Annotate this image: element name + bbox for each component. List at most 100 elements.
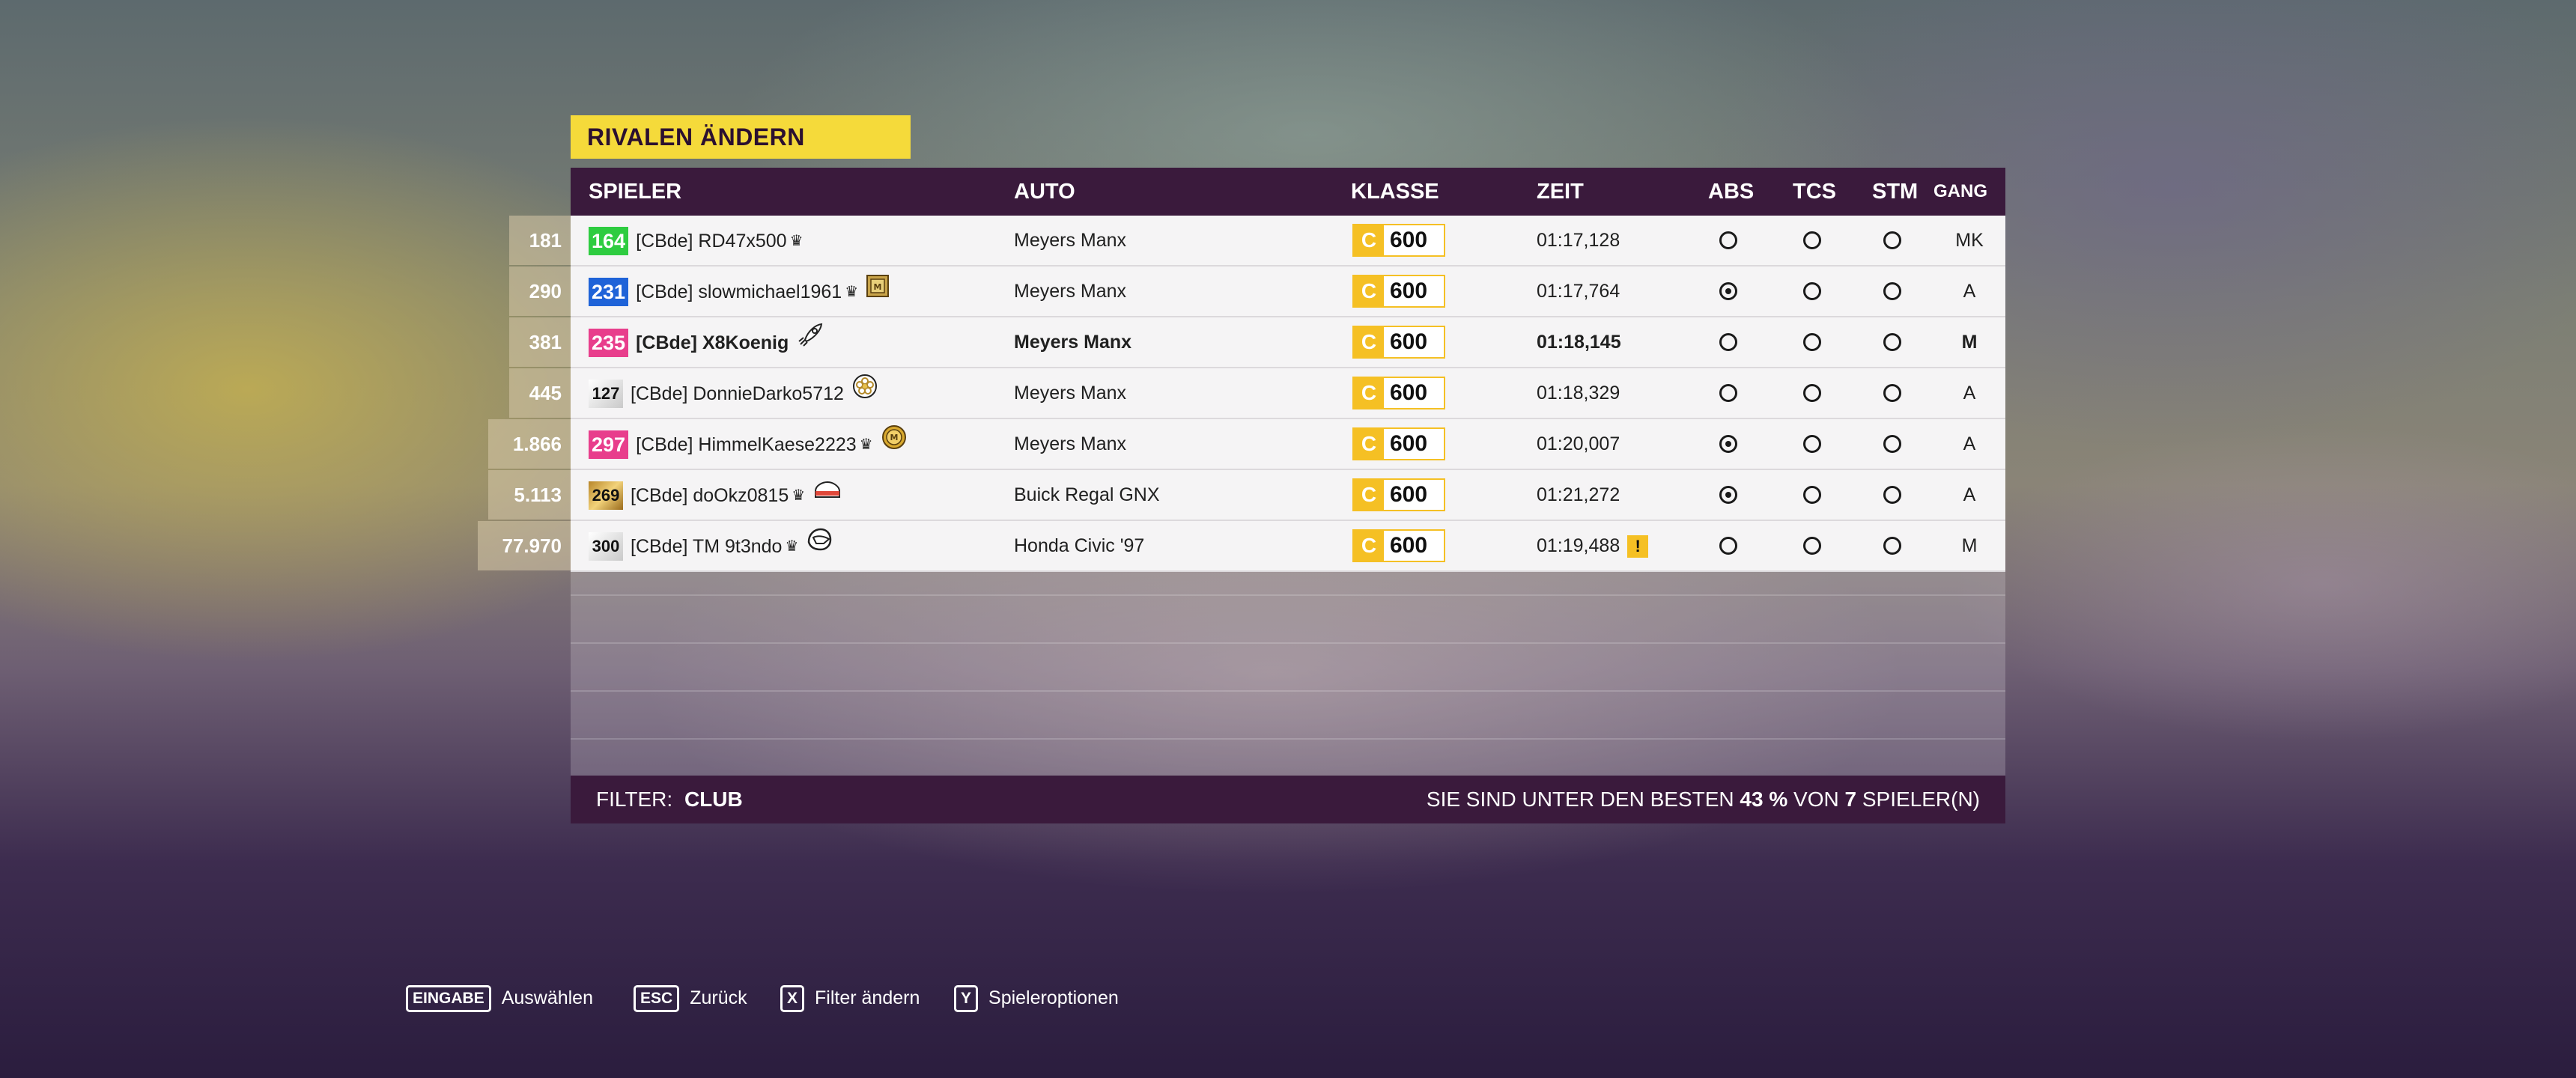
level-badge: 235 <box>589 329 629 358</box>
abs-indicator-on <box>1719 486 1737 504</box>
gear-type: MK <box>1955 230 1984 251</box>
lap-time-cell: 01:19,488! <box>1537 521 1649 570</box>
class-letter: C <box>1354 276 1384 306</box>
hint-back[interactable]: ESC Zurück <box>634 983 747 1013</box>
crown-icon: ♛ <box>789 233 804 250</box>
pi-value: 600 <box>1390 482 1428 507</box>
level-badge: 231 <box>589 278 629 307</box>
table-row[interactable]: 269 [CBde] doOkz0815 ♛ Buick Regal GNX C 600 0… <box>571 470 2005 521</box>
filter-value: CLUB <box>684 788 743 811</box>
key-y: Y <box>954 985 979 1013</box>
lap-time: 01:18,329 <box>1537 383 1620 404</box>
hint-select[interactable]: EINGABE Auswählen <box>406 983 593 1013</box>
abs-indicator-off <box>1719 537 1737 555</box>
key-esc: ESC <box>634 985 680 1013</box>
abs-indicator-off <box>1719 231 1737 249</box>
helmet-icon <box>806 522 833 571</box>
class-letter: C <box>1354 225 1384 255</box>
stm-indicator-off <box>1883 231 1901 249</box>
player-name: [CBde] doOkz0815 <box>631 485 789 507</box>
performance-class-badge: C 600 <box>1352 427 1445 460</box>
class-letter: C <box>1354 378 1384 408</box>
table-header: SPIELER AUTO KLASSE ZEIT ABS TCS STM GAN… <box>571 168 2005 216</box>
column-header-tcs: TCS <box>1793 180 1836 204</box>
performance-class-badge: C 600 <box>1352 224 1445 257</box>
lap-time-cell: 01:17,764 <box>1537 267 1620 316</box>
stat-percent: 43 % <box>1740 788 1788 811</box>
lap-time-cell: 01:18,145 <box>1537 317 1621 367</box>
level-badge: 297 <box>589 430 629 460</box>
stat-mid: VON <box>1793 788 1839 811</box>
crown-icon: ♛ <box>859 436 873 454</box>
table-row[interactable]: 300 [CBde] TM 9t3ndo ♛ Honda Civic '97 C 600 0… <box>571 521 2005 572</box>
key-enter: EINGABE <box>406 985 491 1013</box>
level-badge: 300 <box>589 532 623 561</box>
column-header-time: ZEIT <box>1537 180 1584 204</box>
lap-time-cell: 01:20,007 <box>1537 419 1620 469</box>
stm-indicator-off <box>1883 537 1901 555</box>
svg-text:M: M <box>890 433 898 442</box>
class-letter: C <box>1354 429 1384 459</box>
hint-change-filter[interactable]: X Filter ändern <box>780 983 920 1013</box>
table-row[interactable]: 164 [CBde] RD47x500 ♛ Meyers Manx C 600 01:17,… <box>571 216 2005 267</box>
empty-row-divider <box>571 690 2005 692</box>
table-row[interactable]: 231 [CBde] slowmichael1961 ♛ M Meyers Manx C 6… <box>571 267 2005 317</box>
abs-indicator-on <box>1719 282 1737 300</box>
filter-bar: FILTER: CLUB SIE SIND UNTER DEN BESTEN 4… <box>571 776 2005 823</box>
crown-icon: ♛ <box>785 538 799 555</box>
abs-indicator-off <box>1719 333 1737 351</box>
player-cell: 235 [CBde] X8Koenig <box>589 317 824 367</box>
level-badge: 127 <box>589 380 623 409</box>
level-badge: 164 <box>589 227 629 256</box>
lap-time: 01:18,145 <box>1537 332 1621 353</box>
hint-label: Auswählen <box>501 987 593 1008</box>
car-name: Meyers Manx <box>1014 281 1127 302</box>
leaderboard-rank: 1.866 <box>488 419 571 469</box>
stm-indicator-off <box>1883 282 1901 300</box>
leaderboard-rank: 181 <box>509 216 571 265</box>
key-x: X <box>780 985 805 1013</box>
page-title: RIVALEN ÄNDERN <box>571 115 911 159</box>
ranking-summary: SIE SIND UNTER DEN BESTEN 43 % VON 7 SPI… <box>1427 776 1980 823</box>
lap-time-cell: 01:18,329 <box>1537 368 1620 418</box>
pi-value: 600 <box>1390 431 1428 456</box>
gear-type: M <box>1961 535 1978 556</box>
hint-player-options[interactable]: Y Spieleroptionen <box>954 983 1119 1013</box>
pi-value: 600 <box>1390 329 1428 354</box>
abs-indicator-on <box>1719 435 1737 453</box>
table-row[interactable]: 127 [CBde] DonnieDarko5712 Meyers Manx C 600… <box>571 368 2005 419</box>
column-header-stm: STM <box>1872 180 1919 204</box>
pi-value: 600 <box>1390 228 1428 252</box>
stm-indicator-off <box>1883 333 1901 351</box>
gear-type: A <box>1963 383 1976 404</box>
player-cell: 300 [CBde] TM 9t3ndo ♛ <box>589 521 833 570</box>
performance-class-badge: C 600 <box>1352 529 1445 562</box>
pi-value: 600 <box>1390 380 1428 405</box>
leaderboard-rank: 445 <box>509 368 571 418</box>
column-header-gear: GANG <box>1933 181 1987 201</box>
performance-class-badge: C 600 <box>1352 478 1445 511</box>
lap-time-cell: 01:17,128 <box>1537 216 1620 265</box>
tcs-indicator-off <box>1803 486 1821 504</box>
crown-icon: ♛ <box>792 487 806 505</box>
lap-time: 01:17,764 <box>1537 281 1620 302</box>
stm-indicator-off <box>1883 384 1901 402</box>
stat-prefix: SIE SIND UNTER DEN BESTEN <box>1426 788 1734 811</box>
player-cell: 127 [CBde] DonnieDarko5712 <box>589 368 878 418</box>
table-row[interactable]: 297 [CBde] HimmelKaese2223 ♛ M Meyers Manx C 6… <box>571 419 2005 470</box>
player-name: [CBde] HimmelKaese2223 <box>636 434 857 456</box>
table-row[interactable]: 235 [CBde] X8Koenig Meyers Manx C 600 01:18,1… <box>571 317 2005 368</box>
column-header-player: SPIELER <box>589 180 682 204</box>
class-letter: C <box>1354 480 1384 510</box>
gear-type: A <box>1963 433 1976 454</box>
player-name: [CBde] DonnieDarko5712 <box>631 383 844 405</box>
lap-time: 01:20,007 <box>1537 433 1620 454</box>
player-name: [CBde] RD47x500 <box>636 231 787 252</box>
filter-info[interactable]: FILTER: CLUB <box>596 776 743 823</box>
level-badge: 269 <box>589 481 623 511</box>
gear-type: A <box>1963 484 1976 505</box>
abs-indicator-off <box>1719 384 1737 402</box>
stm-indicator-off <box>1883 486 1901 504</box>
player-cell: 164 [CBde] RD47x500 ♛ <box>589 216 804 265</box>
filter-label: FILTER: <box>596 788 673 811</box>
